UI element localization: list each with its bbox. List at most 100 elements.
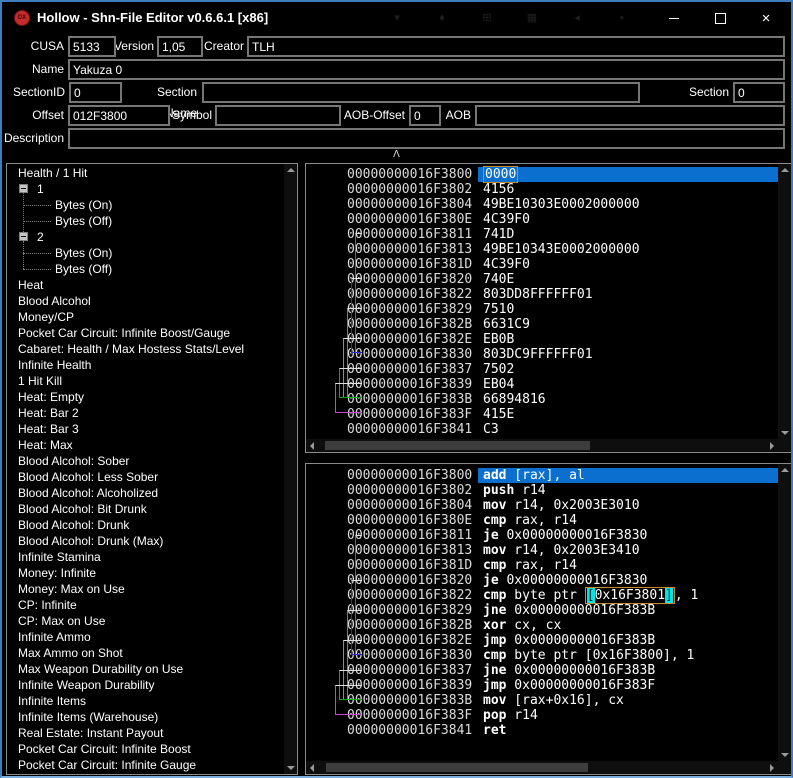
- asm-row[interactable]: 00000000016F3820je 0x00000000016F3830: [306, 573, 778, 588]
- list-item[interactable]: Money: Max on Use: [7, 581, 283, 597]
- hex-row[interactable]: 00000000016F383B66894816: [306, 392, 778, 407]
- asm-row[interactable]: 00000000016F3830cmp byte ptr [0x16F3800]…: [306, 648, 778, 663]
- cusa-field[interactable]: [68, 36, 116, 57]
- hex-row[interactable]: 00000000016F380449BE10303E0002000000: [306, 197, 778, 212]
- name-field[interactable]: [68, 59, 785, 80]
- asm-row[interactable]: 00000000016F3829jne 0x00000000016F383B: [306, 603, 778, 618]
- scrollbar-thumb[interactable]: [325, 441, 590, 450]
- hex-row[interactable]: 00000000016F380E4C39F0: [306, 212, 778, 227]
- hex-hscrollbar[interactable]: [306, 439, 778, 452]
- titlebar[interactable]: DX Hollow - Shn-File Editor v0.6.6.1 [x8…: [4, 4, 789, 32]
- asm-vscrollbar[interactable]: [778, 464, 791, 761]
- list-item[interactable]: Real Estate: Instant Payout: [7, 725, 283, 741]
- creator-field[interactable]: [247, 36, 785, 57]
- hex-row[interactable]: 00000000016F3811741D: [306, 227, 778, 242]
- list-item[interactable]: Pocket Car Circuit: Infinite Gauge: [7, 757, 283, 773]
- list-item[interactable]: Blood Alcohol: [7, 293, 283, 309]
- sectionid-field[interactable]: [69, 82, 122, 103]
- hex-row[interactable]: 00000000016F38024156: [306, 182, 778, 197]
- list-item[interactable]: Heat: Max: [7, 437, 283, 453]
- hex-row[interactable]: 00000000016F3820740E: [306, 272, 778, 287]
- list-item[interactable]: Infinite Stamina: [7, 549, 283, 565]
- hex-row[interactable]: 00000000016F381D4C39F0: [306, 257, 778, 272]
- list-item[interactable]: Money/CP: [7, 309, 283, 325]
- hex-row[interactable]: 00000000016F3839EB04: [306, 377, 778, 392]
- list-item[interactable]: Infinite Items: [7, 693, 283, 709]
- section-name-field[interactable]: [202, 82, 640, 103]
- tree-leaf[interactable]: Bytes (On): [7, 245, 283, 261]
- asm-row[interactable]: 00000000016F3841ret: [306, 723, 778, 738]
- pin-icon[interactable]: ◂: [567, 4, 587, 32]
- asm-row[interactable]: 00000000016F380Ecmp rax, r14: [306, 513, 778, 528]
- hex-row[interactable]: 00000000016F38297510: [306, 302, 778, 317]
- asm-row[interactable]: 00000000016F381Dcmp rax, r14: [306, 558, 778, 573]
- list-item[interactable]: Blood Alcohol: Alcoholized: [7, 485, 283, 501]
- scroll-right-icon[interactable]: [770, 442, 774, 450]
- list-item[interactable]: Blood Alcohol: Sober: [7, 453, 283, 469]
- list-item[interactable]: Blood Alcohol: Bit Drunk: [7, 501, 283, 517]
- list-item[interactable]: Max Weapon Durability on Use: [7, 661, 283, 677]
- offset-field[interactable]: [68, 105, 170, 126]
- scroll-right-icon[interactable]: [770, 764, 774, 772]
- list-item[interactable]: Heat: Bar 3: [7, 421, 283, 437]
- asm-row[interactable]: 00000000016F3822cmp byte ptr [0x16F3801]…: [306, 588, 778, 603]
- dot-icon[interactable]: ▪: [612, 4, 632, 32]
- version-field[interactable]: [157, 36, 203, 57]
- scroll-up-icon[interactable]: [781, 468, 789, 472]
- hex-row[interactable]: 00000000016F3822803DD8FFFFFF01: [306, 287, 778, 302]
- list-item[interactable]: Infinite Items (Warehouse): [7, 709, 283, 725]
- tree-leaf[interactable]: Bytes (Off): [7, 213, 283, 229]
- asm-row[interactable]: 00000000016F383Fpop r14: [306, 708, 778, 723]
- aob-offset-field[interactable]: [409, 105, 441, 126]
- close-button[interactable]: ×: [743, 4, 789, 32]
- scroll-left-icon[interactable]: [310, 764, 314, 772]
- import-icon[interactable]: ⊞: [477, 4, 497, 32]
- scrollbar-thumb[interactable]: [326, 763, 588, 772]
- scroll-down-icon[interactable]: [781, 753, 789, 757]
- minimize-button[interactable]: [651, 4, 697, 32]
- asm-row[interactable]: 00000000016F3813mov r14, 0x2003E3410: [306, 543, 778, 558]
- list-item[interactable]: Blood Alcohol: Less Sober: [7, 469, 283, 485]
- list-item[interactable]: Infinite Weapon Durability: [7, 677, 283, 693]
- section-protection-field[interactable]: [733, 82, 785, 103]
- tools-icon[interactable]: ♦: [432, 4, 452, 32]
- list-item[interactable]: Blood Alcohol: Drunk: [7, 517, 283, 533]
- symbol-field[interactable]: [215, 105, 341, 126]
- list-item[interactable]: Infinite Health: [7, 357, 283, 373]
- list-item[interactable]: Pocket Car Circuit: Infinite Boost/Gauge: [7, 325, 283, 341]
- asm-hscrollbar[interactable]: [306, 761, 778, 774]
- scroll-down-icon[interactable]: [781, 431, 789, 435]
- tree-root[interactable]: Health / 1 Hit: [7, 165, 283, 181]
- hex-row[interactable]: 00000000016F381349BE10343E0002000000: [306, 242, 778, 257]
- checkered-icon[interactable]: ▦: [522, 4, 542, 32]
- tree-node[interactable]: 1: [7, 181, 283, 197]
- asm-row[interactable]: 00000000016F3837jne 0x00000000016F383B: [306, 663, 778, 678]
- asm-row[interactable]: 00000000016F3811je 0x00000000016F3830: [306, 528, 778, 543]
- hex-row[interactable]: 00000000016F3830803DC9FFFFFF01: [306, 347, 778, 362]
- cheat-list-scrollbar[interactable]: [284, 164, 297, 774]
- hex-row[interactable]: 00000000016F382EEB0B: [306, 332, 778, 347]
- list-item[interactable]: Max Ammo on Shot: [7, 645, 283, 661]
- scroll-up-icon[interactable]: [781, 168, 789, 172]
- list-item[interactable]: Money: Infinite: [7, 565, 283, 581]
- asm-row[interactable]: 00000000016F3804mov r14, 0x2003E3010: [306, 498, 778, 513]
- scroll-left-icon[interactable]: [310, 442, 314, 450]
- tree-leaf[interactable]: Bytes (On): [7, 197, 283, 213]
- splitter-toggle[interactable]: Λ: [2, 148, 791, 162]
- list-item[interactable]: Cabaret: Health / Max Hostess Stats/Leve…: [7, 341, 283, 357]
- list-item[interactable]: Heat: [7, 277, 283, 293]
- collapse-expander-icon[interactable]: [19, 232, 28, 241]
- list-item[interactable]: Blood Alcohol: Drunk (Max): [7, 533, 283, 549]
- maximize-button[interactable]: [697, 4, 743, 32]
- list-item[interactable]: Pocket Car Circuit: Infinite Boost: [7, 741, 283, 757]
- hex-row[interactable]: 00000000016F383F415E: [306, 407, 778, 422]
- asm-row[interactable]: 00000000016F382Bxor cx, cx: [306, 618, 778, 633]
- asm-row[interactable]: 00000000016F3802push r14: [306, 483, 778, 498]
- list-item[interactable]: Infinite Ammo: [7, 629, 283, 645]
- hex-row[interactable]: 00000000016F38377502: [306, 362, 778, 377]
- collapse-expander-icon[interactable]: [19, 184, 28, 193]
- collapse-all-icon[interactable]: ▾: [387, 4, 407, 32]
- list-item[interactable]: 1 Hit Kill: [7, 373, 283, 389]
- asm-row[interactable]: 00000000016F382Ejmp 0x00000000016F383B: [306, 633, 778, 648]
- scroll-up-icon[interactable]: [287, 168, 295, 172]
